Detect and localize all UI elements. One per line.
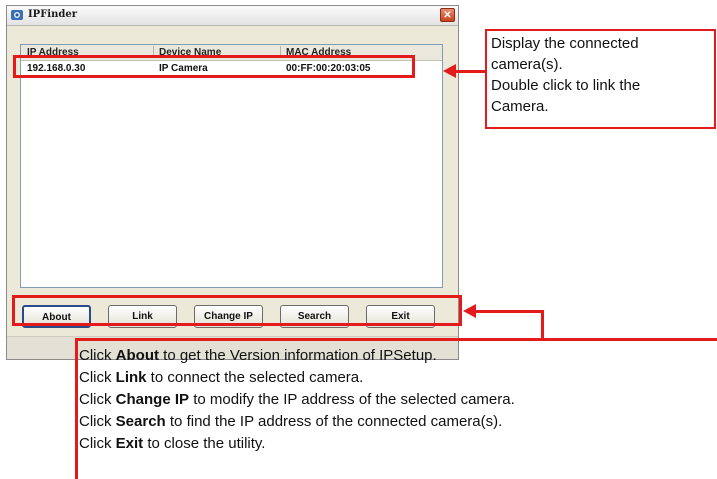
callout-line: Double click to link the (491, 77, 641, 94)
window-title: IPFinder (28, 9, 77, 20)
instruction-keyword: Exit (115, 435, 144, 452)
bracket-horizontal (75, 338, 717, 341)
callout-line: Display the connected (491, 35, 639, 52)
instruction-line: Click Search to find the IP address of t… (79, 413, 503, 430)
instructions-block: Click About to get the Version informati… (79, 345, 515, 455)
bracket-vertical-right (541, 310, 544, 340)
instruction-line: Click Link to connect the selected camer… (79, 369, 364, 386)
instruction-line: Click Exit to close the utility. (79, 435, 266, 452)
instruction-keyword: About (115, 347, 159, 364)
instruction-keyword: Link (115, 369, 147, 386)
close-button[interactable]: ✕ (440, 8, 455, 22)
buttons-arrowhead (463, 304, 476, 318)
instruction-line: Click Change IP to modify the IP address… (79, 391, 515, 408)
app-magnifier-icon (11, 10, 23, 20)
instruction-keyword: Change IP (115, 391, 190, 408)
instruction-line: Click About to get the Version informati… (79, 347, 437, 364)
buttons-arrow-line (475, 310, 543, 313)
callout-line: camera(s). (491, 56, 563, 73)
bracket-vertical-left (75, 338, 78, 479)
callout-line: Camera. (491, 98, 549, 115)
title-bar[interactable]: IPFinder ✕ (7, 6, 458, 26)
callout-arrowhead (443, 64, 456, 78)
row-highlight-box (13, 55, 415, 78)
callout-arrow-line (455, 70, 485, 73)
buttons-highlight-box (12, 295, 462, 326)
device-list[interactable]: IP Address Device Name MAC Address 192.1… (20, 44, 443, 288)
instruction-keyword: Search (115, 413, 166, 430)
list-callout: Display the connected camera(s). Double … (485, 29, 716, 129)
